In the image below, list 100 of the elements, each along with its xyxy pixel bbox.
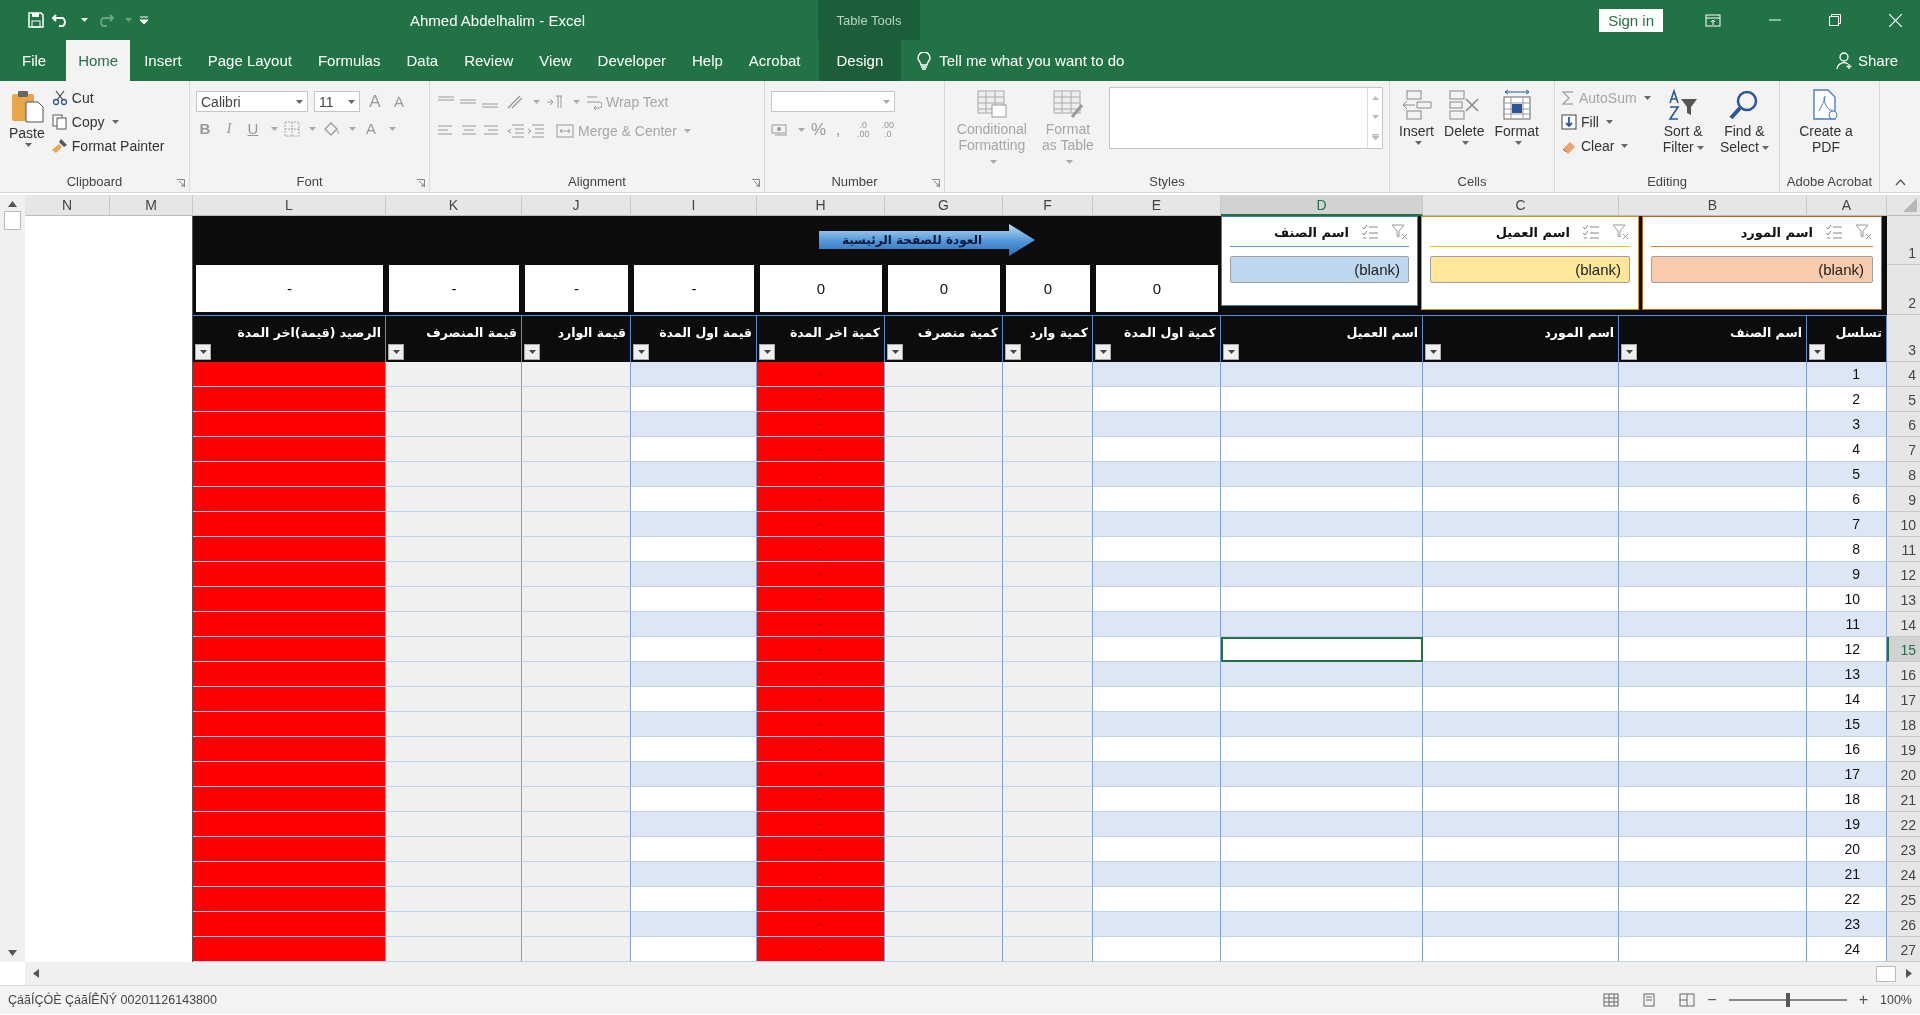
font-name-dropdown[interactable]: Calibri [196, 91, 308, 112]
ribbon-tab[interactable]: Help [679, 40, 735, 81]
ribbon-tab[interactable]: Formulas [305, 40, 393, 81]
scroll-up-icon[interactable] [8, 201, 17, 207]
filter-dropdown[interactable] [524, 344, 540, 360]
row-header[interactable]: 24 [1887, 862, 1920, 887]
collapse-ribbon-icon[interactable] [1894, 179, 1906, 186]
dialog-launcher-icon[interactable] [417, 179, 425, 187]
filter-dropdown[interactable] [195, 344, 211, 360]
cells-button[interactable]: Delete [1441, 87, 1488, 147]
row-header[interactable]: 21 [1887, 787, 1920, 812]
clipboard-button[interactable]: Copy [51, 111, 165, 132]
column-header[interactable]: I [631, 195, 757, 216]
back-home-button[interactable]: العودة للصفحة الرئيسية [819, 224, 1035, 256]
editing-button[interactable]: Clear [1561, 135, 1651, 156]
row-header[interactable]: 26 [1887, 912, 1920, 937]
slicer-item[interactable]: (blank) [1430, 256, 1630, 283]
sign-in-button[interactable]: Sign in [1599, 8, 1663, 32]
clipboard-button[interactable]: Cut [51, 87, 165, 108]
row-header[interactable]: 12 [1887, 562, 1920, 587]
dialog-launcher-icon[interactable] [177, 179, 185, 187]
vertical-scrollbar[interactable] [0, 195, 25, 962]
currency-icon[interactable] [771, 123, 789, 137]
ribbon-tab[interactable]: File [2, 40, 59, 81]
row-header[interactable]: 11 [1887, 537, 1920, 562]
row-header[interactable]: 27 [1887, 937, 1920, 962]
row-header[interactable]: 13 [1887, 587, 1920, 612]
page-layout-icon[interactable] [1641, 993, 1658, 1007]
ribbon-tab[interactable]: Data [394, 40, 451, 81]
filter-dropdown[interactable] [388, 344, 404, 360]
filter-dropdown[interactable] [887, 344, 903, 360]
restore-icon[interactable] [1829, 14, 1841, 26]
editing-button[interactable]: Fill [1561, 111, 1651, 132]
dialog-launcher-icon[interactable] [752, 179, 760, 187]
row-header[interactable]: 20 [1887, 762, 1920, 787]
column-header[interactable]: M [110, 195, 193, 216]
column-header[interactable]: F [1003, 195, 1093, 216]
row-header[interactable]: 15 [1887, 637, 1920, 662]
filter-dropdown[interactable] [1005, 344, 1021, 360]
paste-button[interactable]: Paste [6, 87, 48, 149]
column-header[interactable]: H [757, 195, 885, 216]
ribbon-tab[interactable]: Design [818, 40, 902, 81]
clear-filter-icon[interactable] [1391, 224, 1409, 240]
horizontal-scrollbar[interactable] [25, 962, 1920, 985]
row-header[interactable]: 25 [1887, 887, 1920, 912]
row-header[interactable]: 4 [1887, 362, 1920, 387]
zoom-level[interactable]: 100% [1880, 993, 1912, 1007]
column-header[interactable]: B [1619, 195, 1807, 216]
row-header[interactable]: 5 [1887, 387, 1920, 412]
number-format-dropdown[interactable] [771, 91, 895, 112]
scroll-thumb[interactable] [4, 211, 21, 230]
row-header[interactable]: 9 [1887, 487, 1920, 512]
share-button[interactable]: Share [1857, 52, 1898, 69]
row-header[interactable]: 6 [1887, 412, 1920, 437]
font-size-dropdown[interactable]: 11 [314, 91, 360, 112]
row-header[interactable]: 16 [1887, 662, 1920, 687]
cells-button[interactable]: Format [1491, 87, 1542, 147]
column-header[interactable]: K [386, 195, 522, 216]
scroll-right-icon[interactable] [1906, 969, 1912, 978]
filter-dropdown[interactable] [1095, 344, 1111, 360]
create-pdf-button[interactable]: Create a PDF [1786, 87, 1866, 157]
tell-me-search[interactable]: Tell me what you want to do [939, 52, 1125, 69]
multi-select-icon[interactable] [1582, 224, 1600, 240]
filter-dropdown[interactable] [1223, 344, 1239, 360]
column-header[interactable]: A [1807, 195, 1887, 216]
normal-view-icon[interactable] [1603, 993, 1620, 1007]
row-header[interactable]: 18 [1887, 712, 1920, 737]
save-icon[interactable] [28, 12, 44, 28]
row-header[interactable]: 14 [1887, 612, 1920, 637]
close-icon[interactable] [1889, 13, 1902, 27]
ribbon-tab[interactable]: Developer [585, 40, 678, 81]
page-break-icon[interactable] [1679, 993, 1696, 1007]
more-icon[interactable] [1371, 134, 1379, 141]
editing-button[interactable]: Sort & Filter [1654, 87, 1712, 157]
row-header[interactable]: 1 [1887, 216, 1920, 265]
column-header[interactable]: C [1423, 195, 1619, 216]
row-header[interactable]: 8 [1887, 462, 1920, 487]
ribbon-tab[interactable]: Insert [132, 40, 194, 81]
customize-menu-icon[interactable] [140, 16, 148, 24]
editing-button[interactable]: Find & Select [1715, 87, 1773, 157]
column-header[interactable]: D [1221, 195, 1423, 216]
column-header[interactable]: J [522, 195, 631, 216]
ribbon-display-icon[interactable] [1705, 13, 1721, 27]
filter-dropdown[interactable] [1425, 344, 1441, 360]
row-header[interactable]: 7 [1887, 437, 1920, 462]
styles-gallery[interactable] [1109, 87, 1383, 149]
row-header[interactable]: 2 [1887, 265, 1920, 315]
clear-filter-icon[interactable] [1855, 224, 1873, 240]
filter-dropdown[interactable] [633, 344, 649, 360]
scroll-thumb[interactable] [1876, 965, 1896, 982]
row-header[interactable]: 10 [1887, 512, 1920, 537]
column-header[interactable]: N [25, 195, 110, 216]
borders-icon[interactable] [284, 120, 300, 137]
ribbon-tab[interactable]: View [527, 40, 584, 81]
filter-dropdown[interactable] [1809, 344, 1825, 360]
row-header[interactable]: 23 [1887, 837, 1920, 862]
ribbon-tab[interactable]: Acrobat [736, 40, 813, 81]
row-header[interactable]: 3 [1887, 315, 1920, 362]
multi-select-icon[interactable] [1825, 224, 1843, 240]
text-direction-icon[interactable] [546, 94, 564, 109]
